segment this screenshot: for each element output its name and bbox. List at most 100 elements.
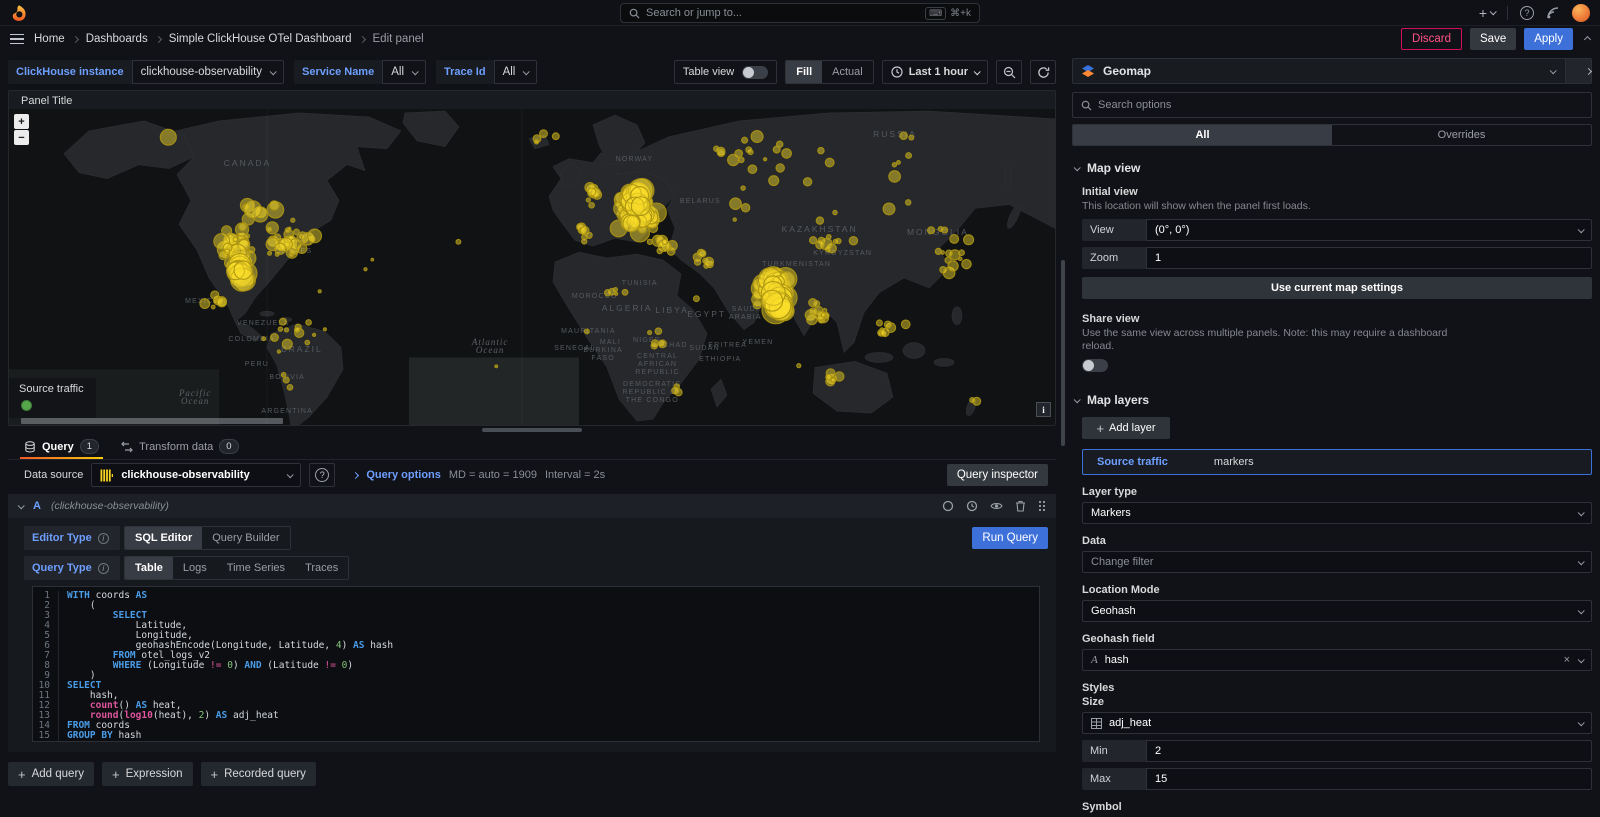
section-map-view[interactable]: Map view bbox=[1072, 161, 1592, 175]
tab-transform-data[interactable]: Transform data 0 bbox=[121, 434, 238, 459]
grafana-logo[interactable] bbox=[10, 4, 28, 22]
map-info-button[interactable]: i bbox=[1036, 402, 1051, 417]
chevron-down-icon bbox=[1578, 226, 1585, 233]
options-search-input[interactable]: Search options bbox=[1072, 92, 1592, 118]
clear-icon[interactable]: × bbox=[1564, 654, 1570, 666]
refresh-button[interactable] bbox=[1030, 60, 1056, 84]
breadcrumb-dashboard-name[interactable]: Simple ClickHouse OTel Dashboard bbox=[169, 33, 352, 45]
search-icon bbox=[1081, 100, 1092, 111]
add-layer-button[interactable]: +Add layer bbox=[1082, 417, 1170, 439]
share-view-toggle[interactable] bbox=[1082, 359, 1108, 372]
apply-button[interactable]: Apply bbox=[1524, 28, 1573, 50]
datasource-help-button[interactable]: ? bbox=[309, 463, 335, 487]
query-type-time-series[interactable]: Time Series bbox=[217, 557, 295, 579]
section-map-layers[interactable]: Map layers bbox=[1072, 393, 1592, 407]
chevron-down-icon bbox=[412, 68, 419, 75]
trash-icon[interactable] bbox=[1015, 500, 1026, 512]
zoom-out-time-button[interactable] bbox=[996, 60, 1022, 84]
view-select[interactable]: (0°, 0°) bbox=[1146, 219, 1592, 241]
variable-label: ClickHouse instance bbox=[8, 60, 132, 84]
scrollbar-thumb[interactable] bbox=[1061, 260, 1065, 446]
tab-all[interactable]: All bbox=[1073, 125, 1332, 145]
top-navbar: Search or jump to... ⌨ ⌘+k + ? bbox=[0, 0, 1600, 26]
time-range-picker[interactable]: Last 1 hour bbox=[882, 60, 988, 84]
variable-trace-id: Trace Id All bbox=[436, 60, 537, 84]
collapse-pane-button[interactable] bbox=[1565, 59, 1591, 83]
user-avatar[interactable] bbox=[1572, 4, 1590, 22]
transform-icon bbox=[121, 441, 133, 453]
sql-editor-option[interactable]: SQL Editor bbox=[125, 527, 202, 549]
map-zoom-out-button[interactable]: − bbox=[14, 130, 29, 145]
query-options-link[interactable]: Query options bbox=[366, 469, 441, 481]
main-scrollbar[interactable] bbox=[1060, 52, 1066, 817]
layer-row-source-traffic[interactable]: Source traffic markers bbox=[1082, 449, 1592, 475]
min-input[interactable]: 2 bbox=[1146, 740, 1592, 762]
recorded-query-button[interactable]: +Recorded query bbox=[201, 762, 316, 786]
tab-query[interactable]: Query 1 bbox=[24, 434, 99, 459]
menu-toggle-icon[interactable] bbox=[10, 34, 24, 45]
fill-option[interactable]: Fill bbox=[786, 61, 822, 83]
query-builder-option[interactable]: Query Builder bbox=[202, 527, 289, 549]
datasource-picker[interactable]: clickhouse-observability bbox=[91, 463, 301, 487]
size-field-select[interactable]: adj_heat bbox=[1082, 712, 1592, 734]
copy-icon[interactable] bbox=[966, 500, 978, 512]
data-label: Data bbox=[1082, 535, 1592, 547]
drag-handle-icon[interactable] bbox=[1038, 500, 1046, 512]
breadcrumb-home[interactable]: Home bbox=[34, 33, 65, 45]
datasource-label: Data source bbox=[24, 469, 83, 481]
variable-value-dropdown[interactable]: clickhouse-observability bbox=[132, 60, 284, 84]
layer-name[interactable]: Source traffic bbox=[1097, 456, 1168, 468]
data-filter-select[interactable]: Change filter bbox=[1082, 551, 1592, 573]
sql-code: 1WITH coords AS2 (3 SELECT4 Latitude,5 L… bbox=[33, 591, 1039, 741]
tab-overrides[interactable]: Overrides bbox=[1332, 125, 1591, 145]
geohash-field-select[interactable]: A hash × bbox=[1082, 649, 1592, 671]
location-mode-select[interactable]: Geohash bbox=[1082, 600, 1592, 622]
help-icon[interactable]: ? bbox=[1520, 6, 1534, 20]
max-input[interactable]: 15 bbox=[1146, 768, 1592, 790]
styles-label: Styles bbox=[1082, 682, 1592, 694]
plus-icon: + bbox=[1096, 421, 1104, 436]
query-row-header[interactable]: A (clickhouse-observability) bbox=[8, 494, 1056, 518]
layer-kind: markers bbox=[1214, 456, 1254, 468]
query-type-table[interactable]: Table bbox=[125, 557, 173, 579]
global-search-input[interactable]: Search or jump to... ⌨ ⌘+k bbox=[620, 3, 980, 23]
resize-handle[interactable] bbox=[482, 428, 582, 432]
visualization-picker[interactable]: Geomap bbox=[1072, 58, 1592, 84]
breadcrumb-dashboards[interactable]: Dashboards bbox=[86, 33, 148, 45]
variable-clickhouse-instance: ClickHouse instance clickhouse-observabi… bbox=[8, 60, 284, 84]
query-inspector-button[interactable]: Query inspector bbox=[947, 464, 1048, 486]
run-query-button[interactable]: Run Query bbox=[972, 527, 1048, 549]
table-view-toggle[interactable]: Table view bbox=[674, 60, 777, 84]
add-query-button[interactable]: +Add query bbox=[8, 762, 94, 786]
sql-code-editor[interactable]: 1WITH coords AS2 (3 SELECT4 Latitude,5 L… bbox=[32, 586, 1040, 742]
collapse-query-icon[interactable] bbox=[18, 502, 25, 509]
plus-icon: + bbox=[112, 767, 120, 782]
geomap-canvas[interactable]: RUSSIACANADAUNITED STATESMEXICOVENEZUELA… bbox=[9, 109, 1055, 425]
collapse-options-icon[interactable] bbox=[1585, 33, 1590, 45]
zoom-input[interactable]: 1 bbox=[1146, 247, 1592, 269]
use-current-map-settings-button[interactable]: Use current map settings bbox=[1082, 277, 1592, 299]
query-footer-buttons: +Add query +Expression +Recorded query bbox=[8, 762, 1056, 786]
query-type-logs[interactable]: Logs bbox=[173, 557, 217, 579]
discard-button[interactable]: Discard bbox=[1401, 28, 1462, 50]
table-field-icon bbox=[1091, 718, 1102, 729]
news-rss-icon[interactable] bbox=[1546, 6, 1560, 20]
circle-icon[interactable] bbox=[942, 500, 954, 512]
actual-option[interactable]: Actual bbox=[822, 61, 873, 83]
layer-type-select[interactable]: Markers bbox=[1082, 502, 1592, 524]
variable-value-dropdown[interactable]: All bbox=[494, 60, 538, 84]
query-type-traces[interactable]: Traces bbox=[295, 557, 348, 579]
expression-button[interactable]: +Expression bbox=[102, 762, 192, 786]
save-button[interactable]: Save bbox=[1470, 28, 1516, 50]
panel-header[interactable]: Panel Title bbox=[9, 91, 1055, 109]
map-zoom-in-button[interactable]: + bbox=[14, 114, 29, 129]
eye-icon[interactable] bbox=[990, 500, 1003, 512]
breadcrumb-bar: Home Dashboards Simple ClickHouse OTel D… bbox=[0, 26, 1600, 52]
variable-value-dropdown[interactable]: All bbox=[382, 60, 426, 84]
share-view-desc: Use the same view across multiple panels… bbox=[1082, 327, 1472, 353]
chevron-down-icon bbox=[1578, 607, 1585, 614]
toggle-switch[interactable] bbox=[742, 66, 768, 79]
new-menu-button[interactable]: + bbox=[1479, 5, 1495, 21]
chevron-down-icon[interactable] bbox=[1540, 65, 1565, 77]
geohash-field-label: Geohash field bbox=[1082, 633, 1592, 645]
